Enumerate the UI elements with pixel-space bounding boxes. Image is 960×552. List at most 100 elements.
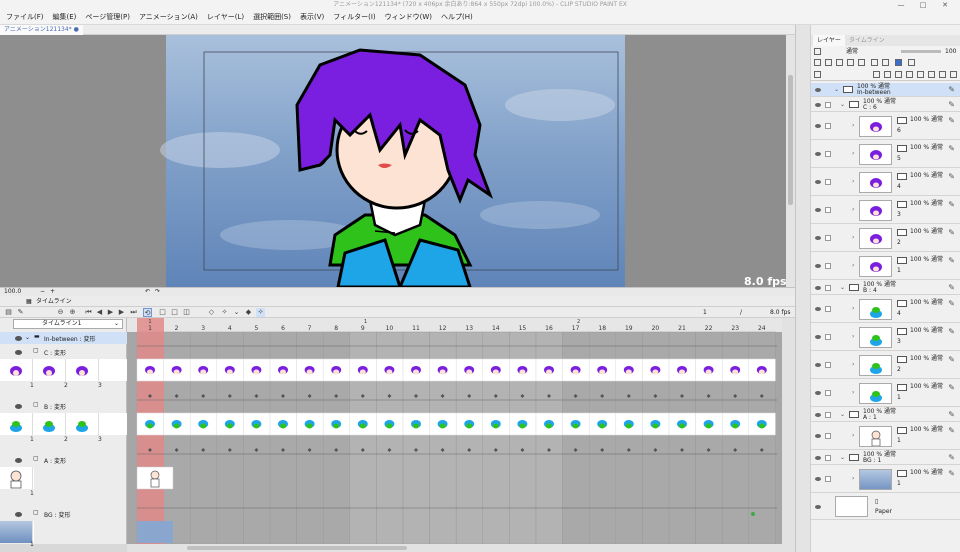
mask-add-icon[interactable] bbox=[928, 71, 935, 78]
layer-folder-c[interactable]: ⌄ 100 % 通常 C : 6 ✎ bbox=[811, 98, 960, 112]
layer-checkbox[interactable] bbox=[825, 334, 831, 340]
zoom-in-timeline-icon[interactable]: ⊕ bbox=[68, 308, 77, 317]
cel-thumbnail-c[interactable] bbox=[482, 358, 510, 382]
zoom-in-icon[interactable]: + bbox=[50, 288, 55, 296]
rotate-right-icon[interactable]: ↷ bbox=[155, 288, 160, 296]
cel-thumbnail-b[interactable] bbox=[163, 412, 191, 436]
zoom-slider-icon[interactable]: ⊖ bbox=[56, 308, 65, 317]
frame-number[interactable]: 18 bbox=[598, 325, 606, 332]
prev-frame-icon[interactable]: ◀ bbox=[95, 308, 104, 317]
cel-thumbnail-b[interactable] bbox=[588, 412, 617, 436]
color-swatch-icon[interactable] bbox=[908, 59, 915, 66]
expand-icon[interactable]: › bbox=[852, 305, 854, 312]
layer-flag-icon[interactable]: ✎ bbox=[948, 469, 955, 478]
layer-folder-inbetween[interactable]: ⌄ 100 % 通常 In-between ✎ bbox=[811, 83, 960, 97]
eye-icon[interactable] bbox=[815, 477, 821, 481]
frame-number[interactable]: 1 bbox=[148, 325, 152, 332]
cel-thumbnail-c[interactable] bbox=[668, 358, 696, 382]
cel-thumbnail-c[interactable] bbox=[189, 358, 218, 382]
layer-checkbox[interactable] bbox=[825, 306, 831, 312]
cel-thumbnail-b[interactable] bbox=[695, 412, 723, 436]
layer-flag-icon[interactable]: ✎ bbox=[948, 383, 955, 392]
cel-thumbnail-a[interactable] bbox=[136, 466, 174, 490]
frame-number[interactable]: 19 bbox=[625, 325, 633, 332]
cel-thumbnail-b[interactable] bbox=[269, 412, 297, 436]
reference-icon[interactable] bbox=[825, 59, 832, 66]
current-frame[interactable]: 1 bbox=[703, 307, 707, 318]
frame-number[interactable]: 22 bbox=[705, 325, 713, 332]
document-tab[interactable]: アニメーション121134* ● bbox=[0, 25, 83, 35]
layer-folder[interactable]: ⌄ 100 % 通常 BG : 1 ✎ bbox=[811, 451, 960, 465]
cel-thumbnail-c[interactable] bbox=[721, 358, 750, 382]
cel-thumbnail-c[interactable] bbox=[748, 358, 776, 382]
keyframe-icon[interactable]: ◇ bbox=[207, 308, 216, 317]
layer-flag-icon[interactable]: ✎ bbox=[948, 355, 955, 364]
frame-grid-svg[interactable]: 1 1 2 1 2 3 4 5 6 7 8 9 10 11 12 13 14 15 16 17 18 19 20 21 2… bbox=[127, 318, 782, 544]
menu-page[interactable]: ページ管理(P) bbox=[85, 12, 130, 22]
frame-number[interactable]: 14 bbox=[492, 325, 500, 332]
layer-paper[interactable]: ▯ Paper bbox=[811, 494, 960, 520]
frame-number[interactable]: 24 bbox=[758, 325, 766, 332]
layer-checkbox[interactable] bbox=[825, 235, 831, 241]
expand-icon[interactable]: › bbox=[852, 262, 854, 269]
layer-cel[interactable]: › 100 % 通常 4 ✎ bbox=[811, 296, 960, 323]
tab-layer[interactable]: レイヤー bbox=[813, 35, 845, 46]
frame-number[interactable]: 9 bbox=[361, 325, 365, 332]
layer-checkbox[interactable] bbox=[825, 263, 831, 269]
layer-flag-icon[interactable]: ✎ bbox=[948, 228, 955, 237]
layer-flag-icon[interactable]: ✎ bbox=[948, 200, 955, 209]
new-raster-icon[interactable] bbox=[873, 71, 880, 78]
eye-icon[interactable] bbox=[15, 404, 22, 409]
blend-mode-select[interactable]: 通常 bbox=[846, 46, 858, 57]
eye-icon[interactable] bbox=[815, 208, 821, 212]
menu-animation[interactable]: アニメーション(A) bbox=[139, 12, 198, 22]
layer-color-icon[interactable] bbox=[895, 59, 902, 66]
eye-icon[interactable] bbox=[815, 335, 821, 339]
frame-number[interactable]: 8 bbox=[334, 325, 338, 332]
draft-icon[interactable] bbox=[836, 59, 843, 66]
menu-file[interactable]: ファイル(F) bbox=[6, 12, 44, 22]
cel-thumbnail-b[interactable] bbox=[429, 412, 457, 436]
eye-icon[interactable] bbox=[815, 391, 821, 395]
layer-checkbox[interactable] bbox=[825, 151, 831, 157]
layer-cel[interactable]: › 100 % 通常 3 ✎ bbox=[811, 324, 960, 351]
layer-flag-icon[interactable]: ✎ bbox=[948, 85, 955, 94]
keyframe-settings-icon[interactable]: ✧ bbox=[220, 308, 229, 317]
merge-icon[interactable] bbox=[917, 71, 924, 78]
cel-thumbnail-b[interactable] bbox=[136, 412, 164, 436]
delete-layer-icon[interactable] bbox=[939, 71, 946, 78]
next-frame-icon[interactable]: ▶ bbox=[117, 308, 126, 317]
new-timeline-icon[interactable]: ▤ bbox=[4, 308, 13, 317]
cel-thumbnail-c[interactable] bbox=[402, 358, 430, 382]
layer-cel[interactable]: › 100 % 通常 1 ✎ bbox=[811, 423, 960, 450]
frame-number[interactable]: 12 bbox=[439, 325, 447, 332]
layer-checkbox[interactable] bbox=[825, 362, 831, 368]
opacity-slider[interactable] bbox=[901, 50, 941, 53]
cel-thumbnail-b[interactable] bbox=[376, 412, 404, 436]
trash-icon[interactable] bbox=[950, 71, 957, 78]
eye-icon[interactable] bbox=[15, 458, 22, 463]
layer-checkbox[interactable] bbox=[825, 207, 831, 213]
track-a[interactable]: ▢ A : 変形 bbox=[0, 454, 127, 466]
expand-icon[interactable]: ⌄ bbox=[840, 101, 845, 108]
timeline-horizontal-scrollbar[interactable] bbox=[127, 544, 795, 552]
panel-menu-icon[interactable] bbox=[814, 71, 821, 78]
onion-skin-icon[interactable]: ◫ bbox=[182, 308, 191, 317]
expand-icon[interactable]: ⌄ bbox=[840, 411, 845, 418]
frame-number[interactable]: 23 bbox=[731, 325, 739, 332]
cel-thumbnail-b[interactable] bbox=[482, 412, 510, 436]
cel-thumbnail-c[interactable] bbox=[163, 358, 191, 382]
layer-cel[interactable]: › 100 % 通常 1 ✎ bbox=[811, 253, 960, 280]
cel-thumbnail-c[interactable] bbox=[376, 358, 404, 382]
expand-icon[interactable]: › bbox=[852, 361, 854, 368]
ruler-icon[interactable] bbox=[882, 59, 889, 66]
frame-number[interactable]: 11 bbox=[412, 325, 420, 332]
lock-transparent-icon[interactable] bbox=[858, 59, 865, 66]
cel-thumbnail-b[interactable] bbox=[509, 412, 537, 436]
menu-filter[interactable]: フィルター(I) bbox=[333, 12, 375, 22]
interpolation-icon[interactable]: ⌄ bbox=[232, 308, 241, 317]
frame-number[interactable]: 15 bbox=[519, 325, 527, 332]
expand-icon[interactable]: ⌄ bbox=[840, 284, 845, 291]
eye-icon[interactable] bbox=[815, 152, 821, 156]
expand-icon[interactable]: ⌄ bbox=[840, 454, 845, 461]
